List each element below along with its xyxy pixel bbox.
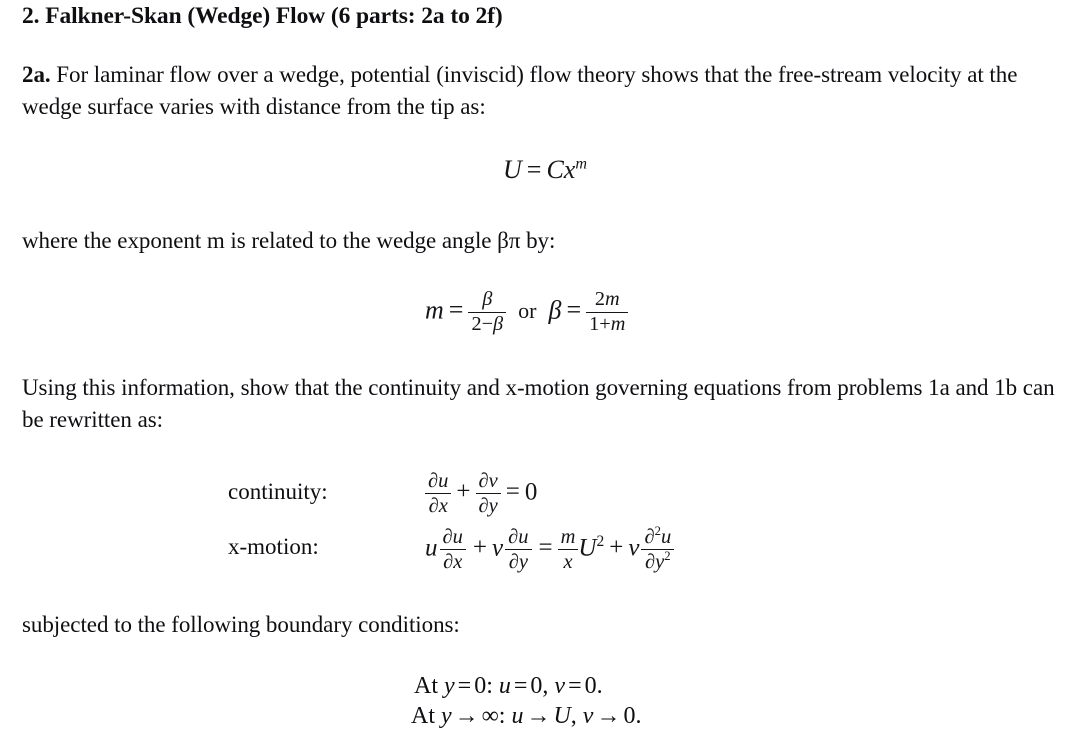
paragraph-instruction: Using this information, show that the co… [22, 375, 1055, 432]
bc1-value: 0 [474, 673, 487, 699]
bc2-v-relation: → [596, 703, 621, 729]
fraction-du-dx: ∂u ∂x [425, 470, 452, 518]
label-x-motion: x-motion: [228, 534, 319, 559]
paragraph-2a-text: For laminar flow over a wedge, potential… [22, 62, 1018, 119]
fraction-numerator: 2m [586, 288, 629, 313]
equation-m-beta-relation: m = β 2−β or β = 2m 1+m [425, 288, 629, 336]
equation-u-coefficient: C [546, 155, 564, 184]
equation-u-exponent: m [575, 155, 587, 173]
continuity-equals: = [505, 478, 520, 506]
xmotion-U: U [578, 534, 597, 562]
bc2-value: ∞ [481, 703, 499, 729]
bc2-v-value: 0 [623, 703, 636, 729]
fraction-denominator: ∂y [478, 495, 498, 518]
fraction-denominator: ∂x [443, 551, 463, 574]
xmotion-v: v [492, 534, 504, 562]
numerator-m: m [605, 288, 620, 310]
xmotion-u: u [425, 534, 438, 562]
fraction-2m-over-1-plus-m: 2m 1+m [586, 288, 629, 336]
fraction-m-over-x: m x [557, 526, 579, 574]
bc1-u-relation: = [513, 673, 528, 699]
bc1-comma: , [542, 673, 549, 699]
denominator-minus: − [481, 312, 494, 335]
label-continuity: continuity: [228, 479, 328, 504]
denominator-m: m [610, 312, 626, 335]
denominator-partial-y: ∂y [645, 551, 665, 574]
xmotion-plus-2: + [609, 534, 624, 562]
fraction-denominator: ∂x [428, 495, 448, 518]
equation-u-lhs: U [503, 155, 522, 184]
section-heading: 2. Falkner-Skan (Wedge) Flow (6 parts: 2… [22, 3, 503, 29]
numerator-two: 2 [594, 288, 606, 310]
paragraph-exponent-note: where the exponent m is related to the w… [22, 228, 556, 253]
paragraph-boundary-intro: subjected to the following boundary cond… [22, 612, 460, 637]
part-label-2a: 2a. [22, 62, 51, 87]
equation-conjunction-or: or [518, 298, 537, 324]
fraction-denominator: x [563, 551, 573, 574]
fraction-numerator: ∂2u [641, 525, 675, 551]
bc1-relation: = [457, 673, 472, 699]
bc1-v-relation: = [568, 673, 582, 699]
bc1-variable: y [444, 673, 455, 699]
equation-m-symbol: m [425, 295, 444, 325]
bc2-period: . [635, 703, 642, 729]
bc2-comma: , [570, 703, 577, 729]
bc1-v: v [554, 673, 566, 699]
denominator-one: 1 [589, 312, 600, 335]
fraction-numerator: ∂u [425, 470, 452, 495]
equation-m-equals: = [448, 295, 464, 325]
denominator-plus: + [599, 312, 611, 335]
boundary-condition-freestream: At y → ∞: u → U, v → 0. [411, 703, 641, 730]
numerator-partial: ∂ [644, 526, 655, 548]
fraction-numerator: m [557, 526, 579, 551]
paragraph-2a: 2a. For laminar flow over a wedge, poten… [22, 59, 1062, 123]
fraction-d2u-dy2: ∂2u ∂y2 [639, 525, 676, 573]
continuity-plus: + [456, 478, 471, 506]
continuity-rhs-zero: 0 [524, 478, 538, 506]
xmotion-plus: + [472, 534, 487, 562]
equation-u-equals: = [526, 155, 542, 184]
fraction-denominator: ∂y2 [641, 550, 674, 573]
equation-continuity: ∂u ∂x + ∂v ∂y = 0 [425, 470, 537, 517]
equation-u-variable: x [563, 155, 576, 184]
fraction-du-dy: ∂u ∂y [503, 526, 533, 573]
bc1-period: . [596, 673, 603, 699]
fraction-numerator: ∂u [505, 526, 532, 551]
equation-beta-equals: = [566, 295, 582, 325]
fraction-denominator: ∂y [508, 551, 528, 574]
fraction-beta-over-2-minus-beta: β 2−β [468, 288, 507, 336]
bc2-colon: : [498, 703, 506, 729]
document-page: 2. Falkner-Skan (Wedge) Flow (6 parts: 2… [0, 0, 1078, 736]
bc2-v: v [582, 703, 594, 729]
bc2-at: At [411, 703, 435, 729]
equation-free-stream-velocity: U = Cxm [503, 155, 587, 185]
fraction-numerator: β [468, 288, 507, 313]
numerator-u: u [660, 526, 672, 548]
xmotion-nu: ν [628, 534, 640, 562]
denominator-two: 2 [471, 312, 482, 335]
fraction-denominator: 1+m [586, 313, 628, 336]
fraction-denominator: 2−β [468, 313, 506, 336]
bc2-relation: → [454, 703, 479, 729]
xmotion-equals: = [538, 534, 553, 562]
equation-beta-symbol: β [548, 295, 562, 325]
boundary-condition-wall: At y = 0: u = 0, v = 0. [414, 673, 603, 700]
denominator-order: 2 [664, 549, 671, 564]
bc2-u: u [511, 703, 524, 729]
fraction-dv-dy: ∂v ∂y [475, 470, 501, 518]
fraction-du-dx: ∂u ∂x [438, 526, 468, 573]
bc1-u: u [498, 673, 511, 699]
bc2-u-relation: → [526, 703, 551, 729]
denominator-beta: β [493, 312, 504, 335]
bc1-at: At [414, 673, 438, 699]
fraction-numerator: ∂u [439, 526, 466, 551]
bc1-v-value: 0 [584, 673, 597, 699]
bc2-u-value: U [553, 703, 571, 729]
bc1-u-value: 0 [530, 673, 543, 699]
bc2-variable: y [441, 703, 452, 729]
equation-x-motion: u ∂u ∂x + v ∂u ∂y = m x U2 + ν ∂2u ∂y2 [425, 525, 676, 574]
fraction-numerator: ∂v [475, 470, 501, 495]
bc1-colon: : [486, 673, 493, 699]
